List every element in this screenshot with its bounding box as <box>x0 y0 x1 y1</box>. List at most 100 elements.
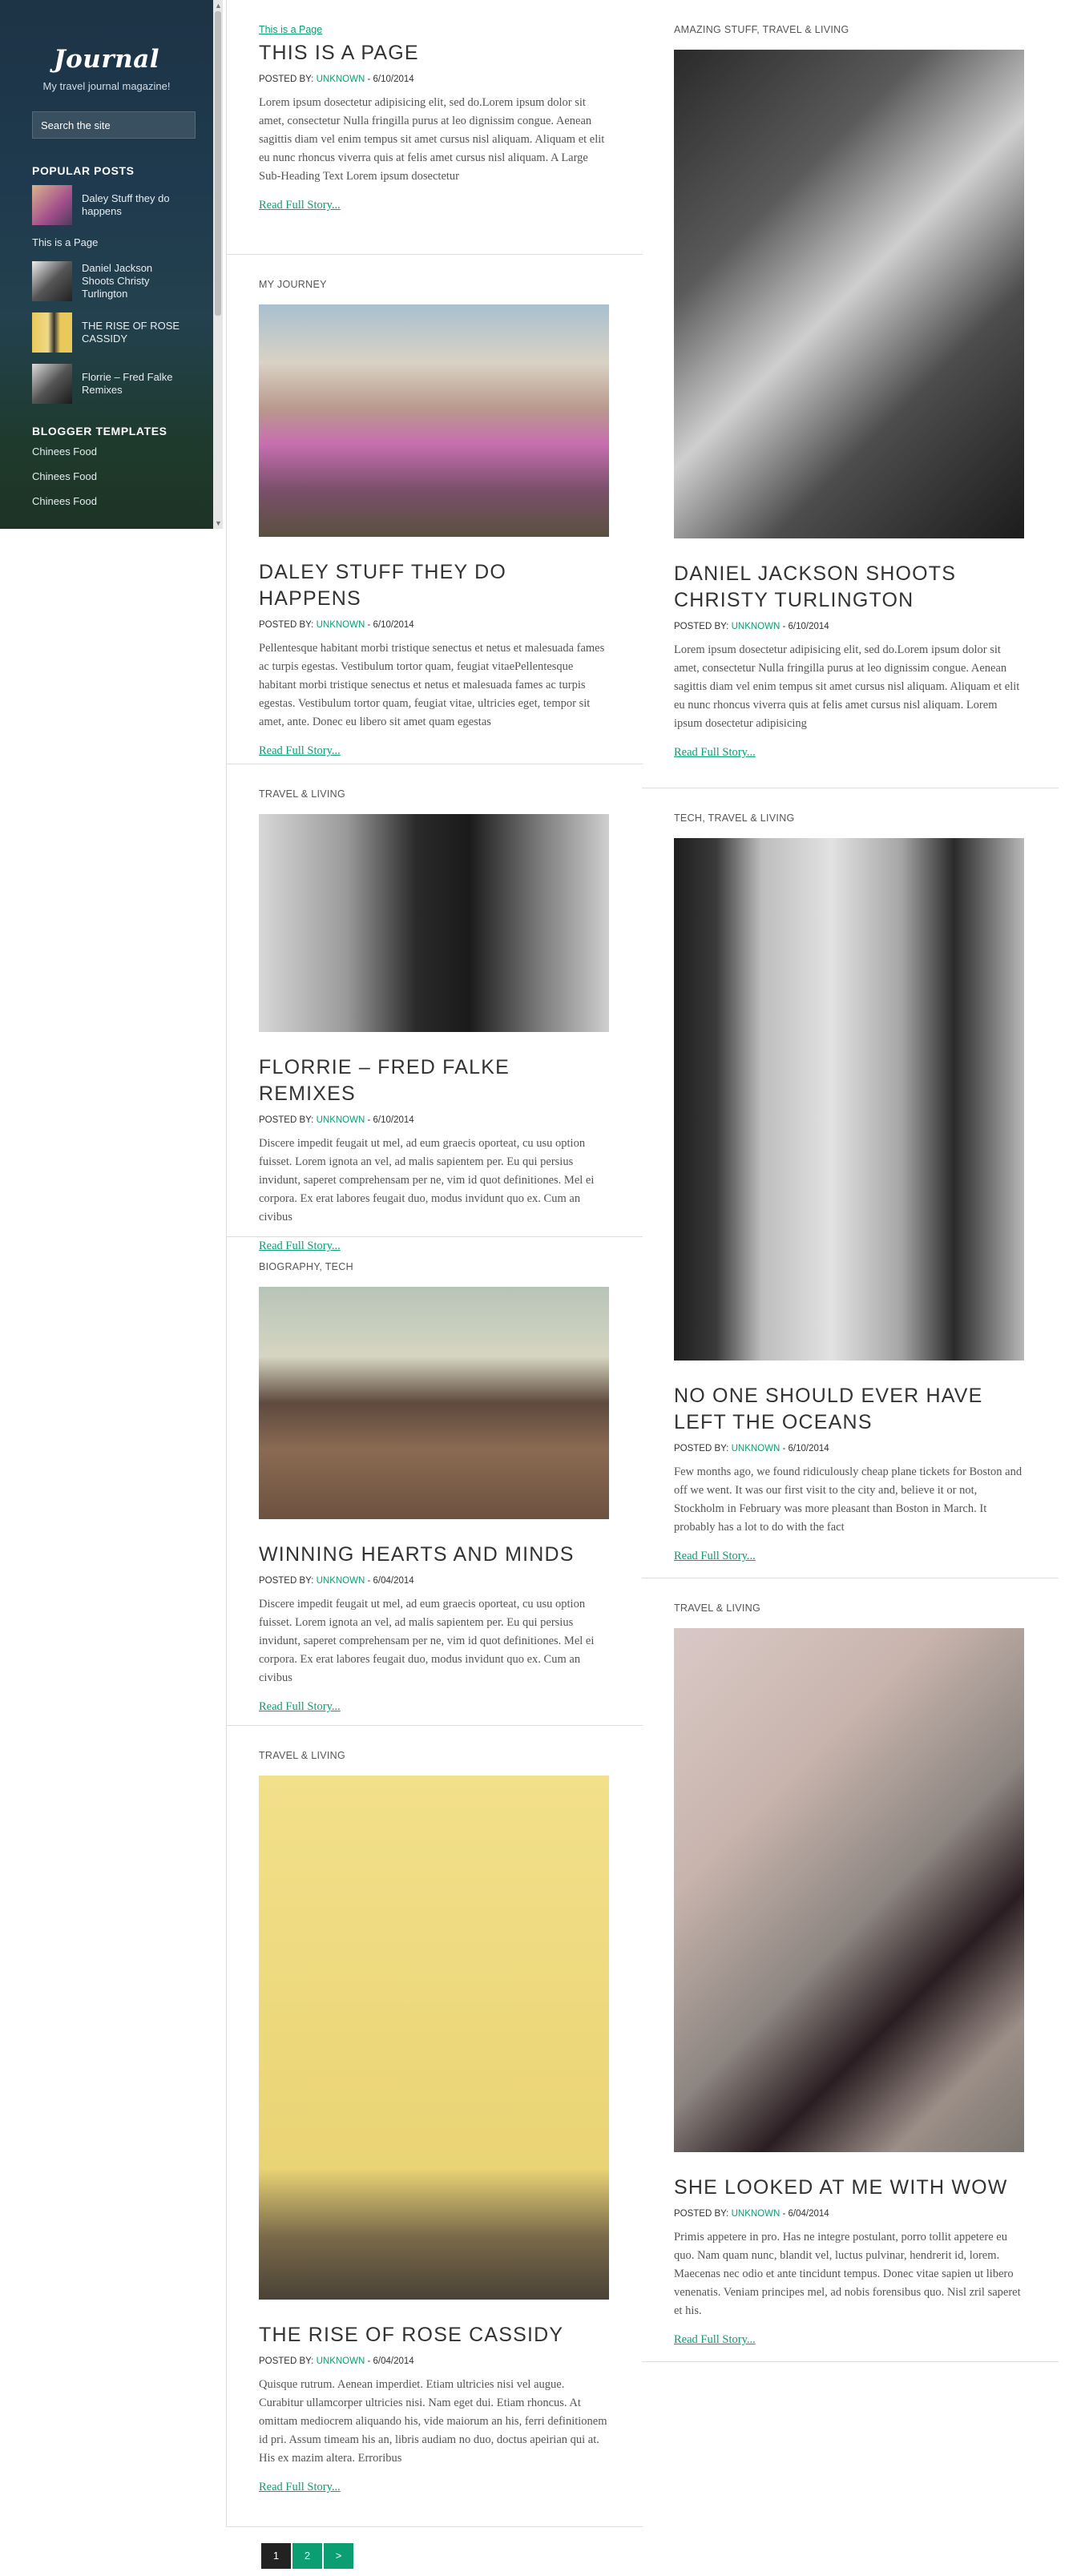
post-excerpt: Lorem ipsum dosectetur adipisicing elit,… <box>259 96 605 183</box>
popular-post-item[interactable]: THE RISE OF ROSE CASSIDY <box>32 312 213 353</box>
read-more-link[interactable]: Read Full Story... <box>259 744 611 758</box>
post-category[interactable]: TECH, TRAVEL & LIVING <box>674 812 1027 824</box>
post-card: TRAVEL & LIVING SHE LOOKED AT ME WITH WO… <box>642 1578 1059 2362</box>
post-image[interactable] <box>259 814 609 1032</box>
popular-post-item[interactable]: Daniel Jackson Shoots Christy Turlington <box>32 261 213 301</box>
posted-by-label: POSTED BY: <box>259 2356 314 2366</box>
post-excerpt: Lorem ipsum dosectetur adipisicing elit,… <box>674 643 1020 730</box>
pagination: 1 2 > <box>261 2543 355 2569</box>
read-more-link[interactable]: Read Full Story... <box>674 1550 1027 1563</box>
post-category[interactable]: TRAVEL & LIVING <box>259 788 611 800</box>
page-2-button[interactable]: 2 <box>292 2543 322 2569</box>
post-card: AMAZING STUFF, TRAVEL & LIVING DANIEL JA… <box>642 0 1059 788</box>
post-date: - 6/10/2014 <box>367 75 414 84</box>
site-logo[interactable]: Journal <box>0 45 213 74</box>
post-author[interactable]: UNKNOWN <box>732 1444 780 1453</box>
post-image[interactable] <box>674 50 1024 538</box>
scroll-down-icon[interactable]: ▼ <box>215 519 222 527</box>
post-date: - 6/10/2014 <box>782 622 829 631</box>
template-link[interactable]: Chinees Food <box>32 470 213 482</box>
post-title[interactable]: DALEY STUFF THEY DO HAPPENS <box>259 559 611 612</box>
read-more-link[interactable]: Read Full Story... <box>259 1700 611 1714</box>
posted-by-label: POSTED BY: <box>259 1115 314 1125</box>
post-author[interactable]: UNKNOWN <box>317 1576 365 1586</box>
popular-post-title[interactable]: This is a Page <box>32 236 213 248</box>
post-author[interactable]: UNKNOWN <box>732 622 780 631</box>
posted-by-label: POSTED BY: <box>259 620 314 630</box>
post-date: - 6/04/2014 <box>367 2356 414 2366</box>
read-more-link[interactable]: Read Full Story... <box>259 199 611 212</box>
post-meta: POSTED BY: UNKNOWN - 6/10/2014 <box>259 620 611 630</box>
post-author[interactable]: UNKNOWN <box>317 1115 365 1125</box>
posted-by-label: POSTED BY: <box>674 622 729 631</box>
post-card: This is a Page THIS IS A PAGE POSTED BY:… <box>226 0 643 255</box>
popular-posts-heading: POPULAR POSTS <box>32 164 135 177</box>
popular-post-title[interactable]: Daniel Jackson Shoots Christy Turlington <box>82 262 186 300</box>
popular-post-title[interactable]: THE RISE OF ROSE CASSIDY <box>82 320 186 345</box>
post-meta: POSTED BY: UNKNOWN - 6/10/2014 <box>674 622 1027 631</box>
scrollbar-thumb[interactable] <box>215 11 221 316</box>
post-meta: POSTED BY: UNKNOWN - 6/10/2014 <box>259 1115 611 1125</box>
post-title[interactable]: THE RISE OF ROSE CASSIDY <box>259 2322 611 2348</box>
post-title[interactable]: NO ONE SHOULD EVER HAVE LEFT THE OCEANS <box>674 1383 1027 1436</box>
post-card: MY JOURNEY DALEY STUFF THEY DO HAPPENS P… <box>226 255 643 764</box>
popular-post-thumbnail[interactable] <box>32 261 72 301</box>
popular-post-title[interactable]: Florrie – Fred Falke Remixes <box>82 371 186 397</box>
site-tagline: My travel journal magazine! <box>42 80 171 92</box>
post-card: TECH, TRAVEL & LIVING NO ONE SHOULD EVER… <box>642 788 1059 1578</box>
popular-post-title[interactable]: Daley Stuff they do happens <box>82 192 186 218</box>
post-title[interactable]: WINNING HEARTS AND MINDS <box>259 1542 611 1568</box>
post-meta: POSTED BY: UNKNOWN - 6/10/2014 <box>259 75 611 84</box>
post-category[interactable]: BIOGRAPHY, TECH <box>259 1261 611 1272</box>
read-more-link[interactable]: Read Full Story... <box>674 2333 1027 2347</box>
post-author[interactable]: UNKNOWN <box>317 75 365 84</box>
post-image[interactable] <box>674 838 1024 1361</box>
post-title[interactable]: SHE LOOKED AT ME WITH WOW <box>674 2175 1027 2201</box>
popular-post-thumbnail[interactable] <box>32 312 72 353</box>
post-category[interactable]: AMAZING STUFF, TRAVEL & LIVING <box>674 24 1027 35</box>
sidebar-scrollbar[interactable]: ▲ ▼ <box>213 0 223 529</box>
scroll-up-icon[interactable]: ▲ <box>215 2 222 10</box>
read-more-link[interactable]: Read Full Story... <box>674 746 1027 760</box>
post-title[interactable]: DANIEL JACKSON SHOOTS CHRISTY TURLINGTON <box>674 561 1027 614</box>
popular-post-item[interactable]: Florrie – Fred Falke Remixes <box>32 364 213 404</box>
post-author[interactable]: UNKNOWN <box>732 2209 780 2219</box>
posted-by-label: POSTED BY: <box>674 1444 729 1453</box>
template-link[interactable]: Chinees Food <box>32 445 213 458</box>
post-image[interactable] <box>674 1628 1024 2152</box>
post-image[interactable] <box>259 1776 609 2300</box>
post-meta: POSTED BY: UNKNOWN - 6/04/2014 <box>674 2209 1027 2219</box>
post-card: TRAVEL & LIVING THE RISE OF ROSE CASSIDY… <box>226 1726 643 2527</box>
post-category[interactable]: MY JOURNEY <box>259 279 611 290</box>
posted-by-label: POSTED BY: <box>259 1576 314 1586</box>
post-title[interactable]: THIS IS A PAGE <box>259 40 611 67</box>
post-category[interactable]: TRAVEL & LIVING <box>674 1602 1027 1614</box>
post-category-link[interactable]: This is a Page <box>259 24 611 35</box>
post-date: - 6/10/2014 <box>367 620 414 630</box>
blogger-templates-heading: BLOGGER TEMPLATES <box>32 425 167 437</box>
post-author[interactable]: UNKNOWN <box>317 2356 365 2366</box>
post-excerpt: Few months ago, we found ridiculously ch… <box>674 1465 1023 1534</box>
popular-post-thumbnail[interactable] <box>32 185 72 225</box>
next-page-button[interactable]: > <box>324 2543 353 2569</box>
posted-by-label: POSTED BY: <box>259 75 314 84</box>
popular-post-thumbnail[interactable] <box>32 364 72 404</box>
post-meta: POSTED BY: UNKNOWN - 6/10/2014 <box>674 1444 1027 1453</box>
post-card: BIOGRAPHY, TECH WINNING HEARTS AND MINDS… <box>226 1237 643 1726</box>
read-more-link[interactable]: Read Full Story... <box>259 2481 611 2494</box>
post-excerpt: Primis appetere in pro. Has ne integre p… <box>674 2231 1021 2317</box>
post-title[interactable]: FLORRIE – FRED FALKE REMIXES <box>259 1054 611 1107</box>
post-author[interactable]: UNKNOWN <box>317 620 365 630</box>
post-image[interactable] <box>259 304 609 537</box>
post-excerpt: Pellentesque habitant morbi tristique se… <box>259 642 605 728</box>
post-excerpt: Quisque rutrum. Aenean imperdiet. Etiam … <box>259 2378 607 2465</box>
template-link[interactable]: Chinees Food <box>32 495 213 507</box>
popular-post-item[interactable]: Daley Stuff they do happens <box>32 185 213 225</box>
search-input[interactable]: Search the site <box>32 111 196 139</box>
post-date: - 6/10/2014 <box>782 1444 829 1453</box>
post-category[interactable]: TRAVEL & LIVING <box>259 1750 611 1761</box>
post-excerpt: Discere impedit feugait ut mel, ad eum g… <box>259 1137 595 1223</box>
page-1-button[interactable]: 1 <box>261 2543 291 2569</box>
post-date: - 6/04/2014 <box>782 2209 829 2219</box>
post-image[interactable] <box>259 1287 609 1519</box>
